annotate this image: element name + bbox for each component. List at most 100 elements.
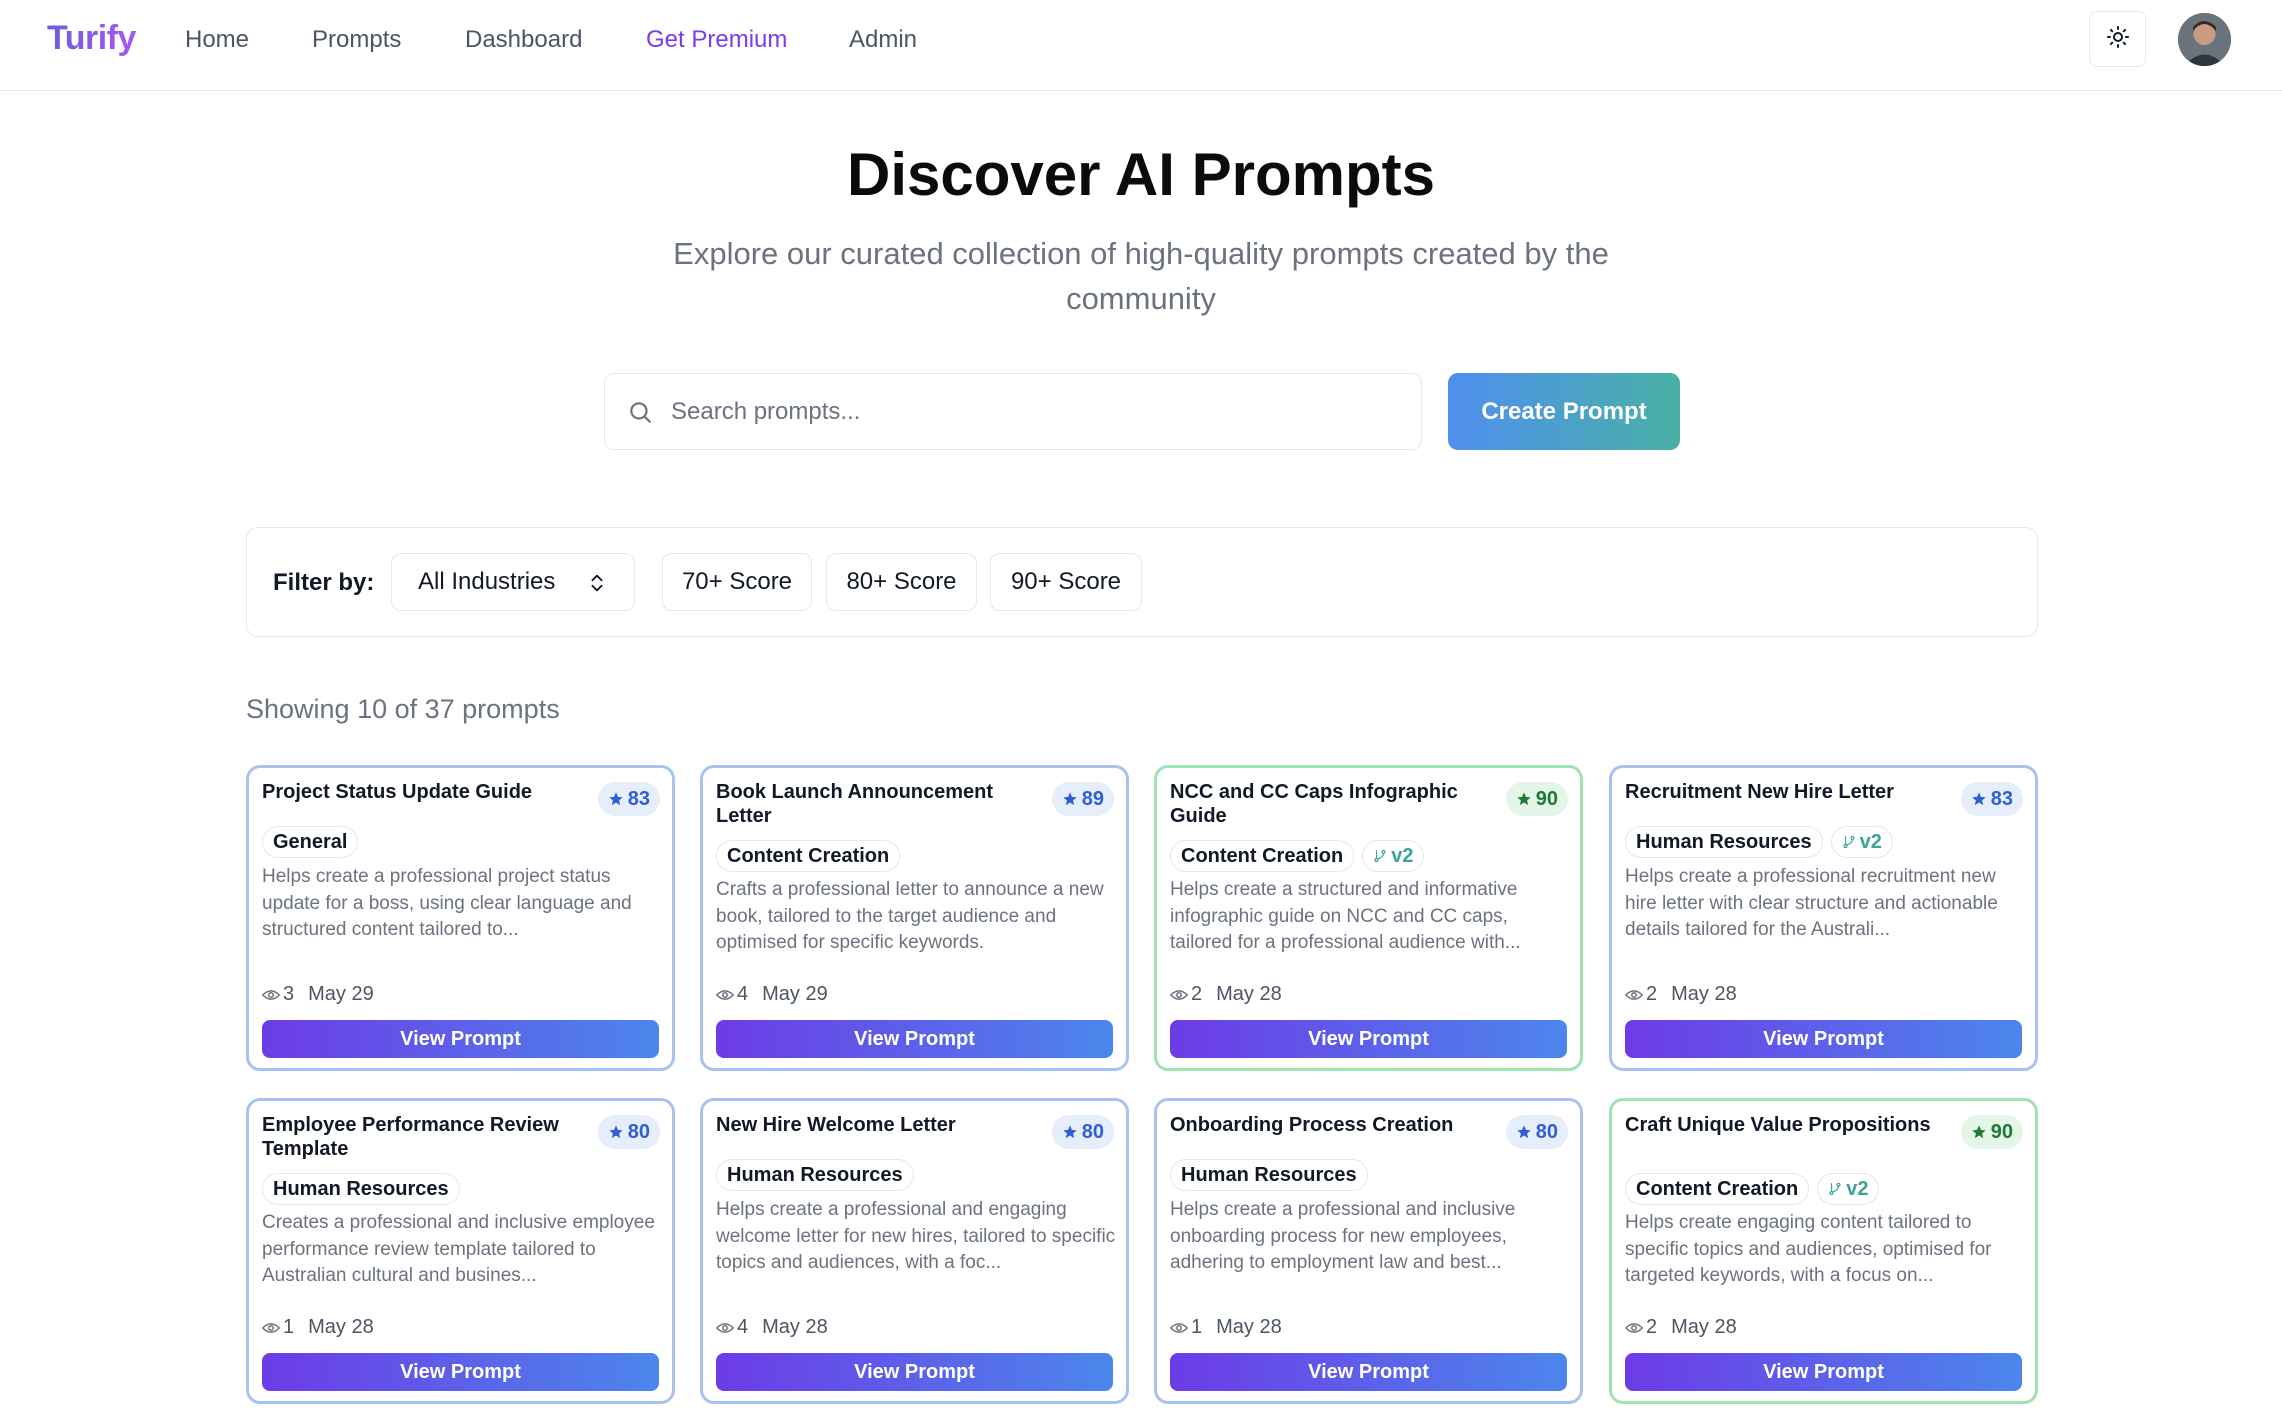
score-value: 80 bbox=[1535, 1120, 1558, 1143]
view-count: 1 bbox=[262, 1316, 294, 1339]
score-badge: 80 bbox=[1051, 1115, 1114, 1149]
score-value: 89 bbox=[1081, 787, 1104, 810]
brand-logo[interactable]: Turify bbox=[47, 18, 136, 58]
view-prompt-button[interactable]: View Prompt bbox=[1625, 1353, 2022, 1391]
card-meta: 4 May 28 bbox=[716, 1316, 828, 1339]
nav-link-home[interactable]: Home bbox=[185, 25, 249, 55]
card-tags: Content Creation bbox=[716, 840, 901, 872]
view-prompt-button[interactable]: View Prompt bbox=[262, 1020, 659, 1058]
score-badge: 80 bbox=[597, 1115, 660, 1149]
card-tags: Content Creation v2 bbox=[1625, 1173, 1880, 1205]
prompt-card-description: Helps create a professional and engaging… bbox=[716, 1199, 1116, 1273]
prompt-card-description: Helps create a professional project stat… bbox=[262, 866, 632, 940]
prompt-card-description: Helps create a structured and informativ… bbox=[1170, 879, 1521, 953]
filter-score-90[interactable]: 90+ Score bbox=[990, 553, 1142, 611]
version-tag: v2 bbox=[1362, 840, 1425, 872]
score-value: 83 bbox=[627, 787, 650, 810]
score-badge: 83 bbox=[1960, 782, 2023, 816]
category-tag: Human Resources bbox=[262, 1173, 460, 1205]
category-tag: Content Creation bbox=[1625, 1173, 1810, 1205]
industry-select[interactable]: All Industries bbox=[391, 553, 635, 611]
card-tags: Human Resources v2 bbox=[1625, 826, 1893, 858]
category-tag: Content Creation bbox=[716, 840, 901, 872]
nav-link-admin[interactable]: Admin bbox=[849, 25, 917, 55]
search-input[interactable] bbox=[669, 374, 1409, 449]
filter-score-70[interactable]: 70+ Score bbox=[662, 553, 812, 611]
prompt-card-description: Creates a professional and inclusive emp… bbox=[262, 1212, 655, 1286]
prompt-card[interactable]: Book Launch Announcement Letter 89 Content… bbox=[700, 765, 1129, 1071]
prompt-card-title: Craft Unique Value Propositions bbox=[1625, 1114, 1931, 1136]
sun-icon bbox=[2106, 25, 2130, 54]
card-date: May 28 bbox=[1216, 983, 1282, 1005]
version-tag: v2 bbox=[1830, 826, 1893, 858]
eye-icon bbox=[262, 1321, 280, 1335]
card-tags: Content Creation v2 bbox=[1170, 840, 1425, 872]
view-count-value: 1 bbox=[1191, 1316, 1203, 1338]
card-meta: 3 May 29 bbox=[262, 983, 374, 1006]
card-meta: 2 May 28 bbox=[1170, 983, 1282, 1006]
view-count-value: 2 bbox=[1646, 983, 1658, 1005]
eye-icon bbox=[1170, 1321, 1188, 1335]
star-icon bbox=[608, 1124, 624, 1140]
view-count-value: 2 bbox=[1191, 983, 1203, 1005]
prompt-card-title: Recruitment New Hire Letter bbox=[1625, 781, 1894, 803]
nav-link-prompts[interactable]: Prompts bbox=[312, 25, 401, 55]
nav-link-dashboard[interactable]: Dashboard bbox=[465, 25, 582, 55]
prompt-card[interactable]: NCC and CC Caps Infographic Guide 90 Conte… bbox=[1154, 765, 1583, 1071]
git-branch-icon bbox=[1828, 1181, 1842, 1197]
eye-icon bbox=[1170, 988, 1188, 1002]
prompt-card[interactable]: New Hire Welcome Letter 80 Human Resources… bbox=[700, 1098, 1129, 1404]
score-badge: 83 bbox=[597, 782, 660, 816]
filter-bar: Filter by: All Industries 70+ Score 80+ … bbox=[246, 527, 2038, 637]
eye-icon bbox=[262, 988, 280, 1002]
view-count: 3 bbox=[262, 983, 294, 1006]
prompt-card[interactable]: Craft Unique Value Propositions 90 Content… bbox=[1609, 1098, 2038, 1404]
card-meta: 1 May 28 bbox=[262, 1316, 374, 1339]
prompt-card-description: Crafts a professional letter to announce… bbox=[716, 879, 1104, 953]
version-label: v2 bbox=[1846, 1177, 1869, 1200]
card-date: May 29 bbox=[308, 983, 374, 1005]
chevrons-up-down-icon bbox=[586, 571, 608, 602]
prompt-card[interactable]: Project Status Update Guide 83 General Help… bbox=[246, 765, 675, 1071]
create-prompt-button[interactable]: Create Prompt bbox=[1448, 373, 1680, 450]
prompt-card-title: NCC and CC Caps Infographic Guide bbox=[1170, 781, 1458, 827]
prompt-card-title: New Hire Welcome Letter bbox=[716, 1114, 956, 1136]
view-prompt-button[interactable]: View Prompt bbox=[262, 1353, 659, 1391]
version-label: v2 bbox=[1391, 844, 1414, 867]
prompt-card-description: Helps create a professional recruitment … bbox=[1625, 866, 1998, 940]
card-date: May 28 bbox=[308, 1316, 374, 1338]
score-value: 80 bbox=[627, 1120, 650, 1143]
card-date: May 28 bbox=[1671, 1316, 1737, 1338]
score-badge: 90 bbox=[1960, 1115, 2023, 1149]
card-tags: Human Resources bbox=[1170, 1159, 1368, 1191]
user-avatar[interactable] bbox=[2178, 13, 2231, 66]
view-prompt-button[interactable]: View Prompt bbox=[1170, 1353, 1567, 1391]
view-count: 2 bbox=[1170, 983, 1202, 1006]
prompt-card-title: Employee Performance Review Template bbox=[262, 1114, 559, 1160]
git-branch-icon bbox=[1842, 834, 1856, 850]
score-value: 83 bbox=[1990, 787, 2013, 810]
eye-icon bbox=[1625, 988, 1643, 1002]
star-icon bbox=[1516, 1124, 1532, 1140]
view-prompt-button[interactable]: View Prompt bbox=[1170, 1020, 1567, 1058]
category-tag: Human Resources bbox=[716, 1159, 914, 1191]
nav-link-get-premium[interactable]: Get Premium bbox=[646, 25, 787, 55]
card-tags: Human Resources bbox=[262, 1173, 460, 1205]
card-meta: 2 May 28 bbox=[1625, 1316, 1737, 1339]
theme-toggle-button[interactable] bbox=[2089, 11, 2146, 67]
page-subtitle: Explore our curated collection of high-q… bbox=[673, 236, 1609, 316]
view-prompt-button[interactable]: View Prompt bbox=[716, 1353, 1113, 1391]
filter-score-80[interactable]: 80+ Score bbox=[826, 553, 977, 611]
prompt-card[interactable]: Employee Performance Review Template 80 Hu… bbox=[246, 1098, 675, 1404]
view-prompt-button[interactable]: View Prompt bbox=[1625, 1020, 2022, 1058]
score-badge: 90 bbox=[1505, 782, 1568, 816]
view-count-value: 1 bbox=[283, 1316, 295, 1338]
view-prompt-button[interactable]: View Prompt bbox=[716, 1020, 1113, 1058]
page-title: Discover AI Prompts bbox=[847, 141, 1435, 208]
card-meta: 2 May 28 bbox=[1625, 983, 1737, 1006]
prompt-card[interactable]: Recruitment New Hire Letter 83 Human Resou… bbox=[1609, 765, 2038, 1071]
filter-label: Filter by: bbox=[273, 569, 375, 596]
prompt-card[interactable]: Onboarding Process Creation 80 Human Resou… bbox=[1154, 1098, 1583, 1404]
eye-icon bbox=[716, 1321, 734, 1335]
card-tags: General bbox=[262, 826, 359, 858]
